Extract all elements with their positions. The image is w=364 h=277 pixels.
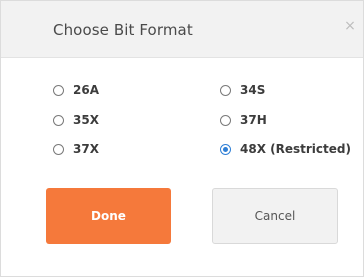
choose-bit-format-dialog: Choose Bit Format × 26A 35X 37X 34S 37H … — [0, 0, 364, 277]
option-37h[interactable]: 37H — [220, 113, 267, 127]
option-26a[interactable]: 26A — [53, 83, 99, 97]
radio-button[interactable] — [220, 114, 231, 126]
option-34s[interactable]: 34S — [220, 83, 265, 97]
radio-button[interactable] — [53, 84, 64, 96]
radio-button[interactable] — [53, 143, 64, 155]
option-35x[interactable]: 35X — [53, 113, 99, 127]
option-label: 34S — [240, 83, 266, 97]
dialog-header: Choose Bit Format × — [1, 1, 363, 58]
option-label: 48X (Restricted) — [240, 142, 351, 156]
dialog-title: Choose Bit Format — [53, 21, 193, 39]
option-label: 26A — [73, 83, 99, 97]
option-37x[interactable]: 37X — [53, 142, 99, 156]
option-label: 37H — [240, 113, 267, 127]
option-label: 37X — [73, 142, 99, 156]
done-button[interactable]: Done — [46, 188, 171, 244]
radio-button[interactable] — [53, 114, 64, 126]
cancel-button[interactable]: Cancel — [212, 188, 338, 244]
radio-button[interactable] — [220, 84, 231, 96]
option-48x-restricted[interactable]: 48X (Restricted) — [220, 142, 351, 156]
option-label: 35X — [73, 113, 99, 127]
radio-button-selected[interactable] — [220, 143, 231, 155]
close-icon[interactable]: × — [343, 19, 357, 33]
